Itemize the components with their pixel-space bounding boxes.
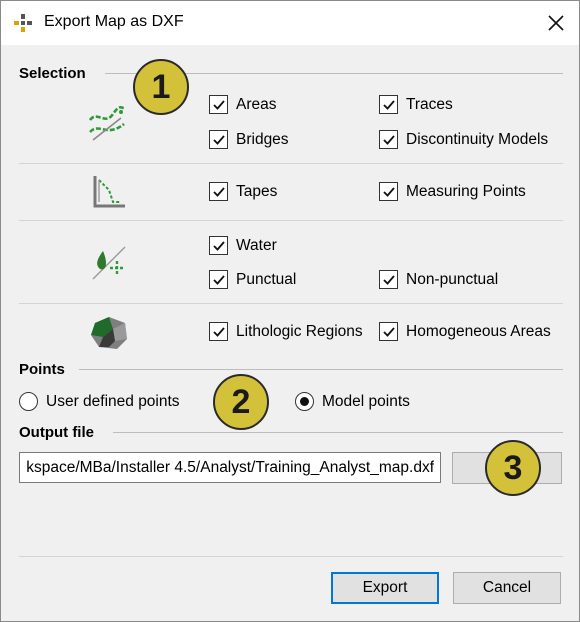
radio-circle[interactable] — [19, 392, 38, 411]
checkbox-box[interactable] — [379, 95, 398, 114]
check-icon — [382, 134, 395, 145]
checkbox-box[interactable] — [209, 236, 228, 255]
output-rule — [113, 432, 563, 433]
tapes-icon — [93, 176, 125, 208]
radio-label: Model points — [322, 392, 410, 410]
checkbox-label: Water — [236, 236, 277, 254]
close-button[interactable] — [533, 1, 579, 45]
checkbox-homogeneous-areas[interactable]: Homogeneous Areas — [379, 322, 551, 341]
title-bar: Export Map as DXF — [1, 1, 579, 45]
checkbox-measuring-points[interactable]: Measuring Points — [379, 182, 526, 201]
close-icon — [548, 15, 564, 31]
annotation-badge-3: 3 — [485, 440, 541, 496]
checkbox-box[interactable] — [209, 322, 228, 341]
export-label: Export — [362, 579, 408, 596]
checkbox-bridges[interactable]: Bridges — [209, 130, 289, 149]
check-icon — [212, 186, 225, 197]
checkbox-label: Homogeneous Areas — [406, 322, 551, 340]
radio-label: User defined points — [46, 392, 180, 410]
checkbox-areas[interactable]: Areas — [209, 95, 277, 114]
output-heading: Output file — [19, 424, 94, 441]
water-icon — [92, 246, 126, 280]
check-icon — [382, 186, 395, 197]
output-path-input[interactable] — [19, 452, 441, 483]
checkbox-box[interactable] — [209, 182, 228, 201]
checkbox-box[interactable] — [379, 270, 398, 289]
checkbox-box[interactable] — [209, 95, 228, 114]
group-separator — [19, 163, 563, 164]
checkbox-non-punctual[interactable]: Non-punctual — [379, 270, 498, 289]
check-icon — [382, 274, 395, 285]
checkbox-label: Non-punctual — [406, 270, 499, 288]
checkbox-box[interactable] — [379, 182, 398, 201]
points-rule — [79, 369, 563, 370]
checkbox-box[interactable] — [379, 322, 398, 341]
check-icon — [382, 326, 395, 337]
group-separator — [19, 220, 563, 221]
check-icon — [212, 99, 225, 110]
cancel-label: Cancel — [482, 579, 532, 596]
radio-model-points[interactable]: Model points — [295, 392, 410, 411]
check-icon — [382, 99, 395, 110]
lithology-icon — [91, 317, 127, 349]
check-icon — [212, 240, 225, 251]
annotation-badge-1: 1 — [133, 59, 189, 115]
check-icon — [212, 274, 225, 285]
checkbox-label: Bridges — [236, 130, 289, 148]
traces-icon — [88, 105, 126, 141]
checkbox-traces[interactable]: Traces — [379, 95, 453, 114]
export-button[interactable]: Export — [331, 572, 439, 604]
radio-circle[interactable] — [295, 392, 314, 411]
footer-separator — [19, 556, 563, 557]
app-icon — [14, 14, 32, 32]
checkbox-tapes[interactable]: Tapes — [209, 182, 277, 201]
checkbox-lithologic-regions[interactable]: Lithologic Regions — [209, 322, 363, 341]
annotation-badge-2: 2 — [213, 374, 269, 430]
checkbox-punctual[interactable]: Punctual — [209, 270, 296, 289]
export-dxf-dialog: Export Map as DXF Selection Areas Traces… — [0, 0, 580, 622]
checkbox-label: Traces — [406, 95, 453, 113]
checkbox-box[interactable] — [209, 270, 228, 289]
radio-dot — [300, 397, 309, 406]
checkbox-label: Discontinuity Models — [406, 130, 549, 148]
check-icon — [212, 134, 225, 145]
checkbox-water[interactable]: Water — [209, 236, 277, 255]
checkbox-label: Areas — [236, 95, 277, 113]
checkbox-label: Lithologic Regions — [236, 322, 363, 340]
checkbox-label: Tapes — [236, 182, 278, 200]
checkbox-box[interactable] — [379, 130, 398, 149]
radio-user-defined-points[interactable]: User defined points — [19, 392, 180, 411]
checkbox-discontinuity-models[interactable]: Discontinuity Models — [379, 130, 548, 149]
points-heading: Points — [19, 361, 65, 378]
check-icon — [212, 326, 225, 337]
cancel-button[interactable]: Cancel — [453, 572, 561, 604]
window-title: Export Map as DXF — [44, 13, 184, 30]
selection-heading: Selection — [19, 65, 86, 82]
group-separator — [19, 303, 563, 304]
checkbox-label: Measuring Points — [406, 182, 526, 200]
checkbox-box[interactable] — [209, 130, 228, 149]
checkbox-label: Punctual — [236, 270, 297, 288]
